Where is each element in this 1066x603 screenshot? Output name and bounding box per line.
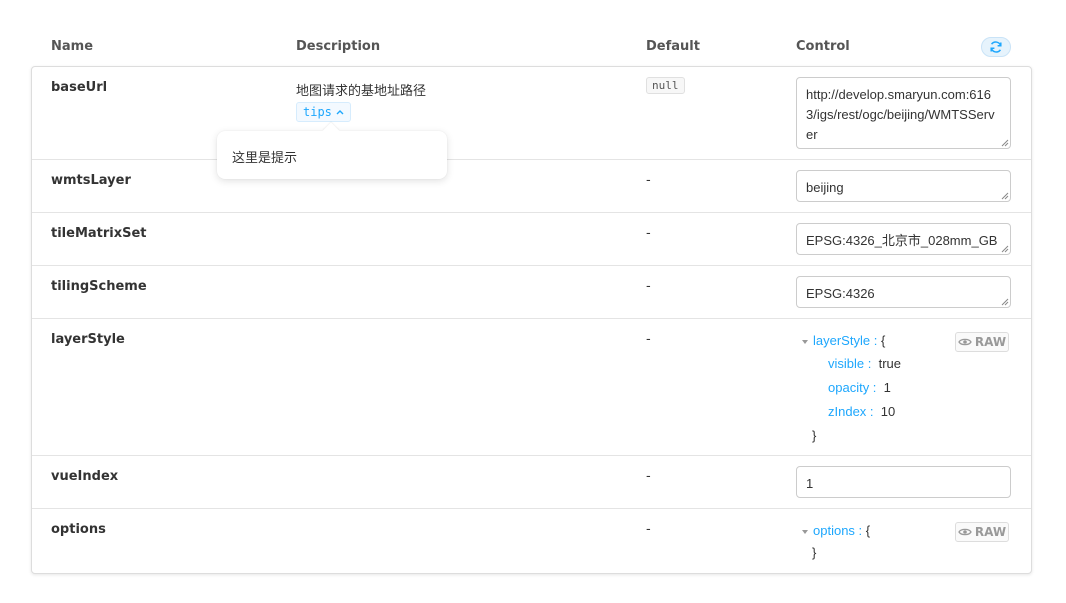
json-value: 1 xyxy=(883,380,891,395)
baseurl-value: http://develop.smaryun.com:6163/igs/rest… xyxy=(806,87,995,142)
header-name: Name xyxy=(51,39,94,54)
eye-icon xyxy=(958,528,972,536)
table-row: baseUrl 地图请求的基地址路径 tips null http://deve… xyxy=(32,67,1031,160)
json-key: options : xyxy=(813,523,863,538)
json-value: true xyxy=(878,356,901,371)
table-row: wmtsLayer - beijing xyxy=(32,160,1031,213)
default-null-badge: null xyxy=(646,77,685,94)
vueindex-value: 1 xyxy=(806,476,814,491)
resize-handle-icon[interactable] xyxy=(1001,245,1009,253)
table-row: tilingScheme - EPSG:4326 xyxy=(32,266,1031,319)
resize-handle-icon[interactable] xyxy=(1001,298,1009,306)
baseurl-textarea[interactable]: http://develop.smaryun.com:6163/igs/rest… xyxy=(796,77,1011,149)
table-row: vueIndex - 1 xyxy=(32,456,1031,509)
table-header: Name Description Default Control xyxy=(31,0,1032,66)
tips-popover: 这里是提示 xyxy=(217,122,447,179)
row-default: - xyxy=(646,469,651,484)
refresh-icon xyxy=(990,41,1002,53)
row-name: tilingScheme xyxy=(51,279,147,294)
row-default: - xyxy=(646,226,651,241)
table-row: options - options : { } RAW xyxy=(32,509,1031,574)
wmtslayer-value: beijing xyxy=(806,180,844,195)
json-open-brace: { xyxy=(880,333,886,348)
row-name: vueIndex xyxy=(51,469,119,484)
json-key: opacity : xyxy=(828,380,877,395)
resize-handle-icon[interactable] xyxy=(1001,139,1009,147)
json-close-brace: } xyxy=(812,428,817,443)
tilingscheme-value: EPSG:4326 xyxy=(806,286,875,301)
row-name: layerStyle xyxy=(51,332,125,347)
chevron-up-icon xyxy=(336,110,344,115)
tips-label: tips xyxy=(303,105,332,119)
row-default: - xyxy=(646,279,651,294)
json-root-line[interactable]: options : { xyxy=(802,523,870,539)
row-default: - xyxy=(646,522,651,537)
table-row: tileMatrixSet - EPSG:4326_北京市_028mm_GB xyxy=(32,213,1031,266)
raw-label: RAW xyxy=(974,525,1007,539)
json-open-brace: { xyxy=(865,523,871,538)
tilingscheme-textarea[interactable]: EPSG:4326 xyxy=(796,276,1011,308)
table-row: layerStyle - layerStyle : { visible : tr… xyxy=(32,319,1031,456)
json-value: 10 xyxy=(880,404,896,419)
row-default: - xyxy=(646,173,651,188)
header-default: Default xyxy=(646,39,700,54)
eye-icon xyxy=(958,338,972,346)
row-name: baseUrl xyxy=(51,80,108,95)
caret-down-icon[interactable] xyxy=(802,529,808,534)
json-entry[interactable]: visible : true xyxy=(828,356,901,372)
json-entry[interactable]: zIndex : 10 xyxy=(828,404,895,420)
tilematrixset-value: EPSG:4326_北京市_028mm_GB xyxy=(806,233,998,248)
json-close-line: } xyxy=(812,545,816,561)
json-close-brace: } xyxy=(812,545,817,560)
row-name: tileMatrixSet xyxy=(51,226,147,241)
raw-toggle-button[interactable]: RAW xyxy=(955,522,1009,542)
tilematrixset-textarea[interactable]: EPSG:4326_北京市_028mm_GB xyxy=(796,223,1011,255)
json-close-line: } xyxy=(812,428,816,444)
raw-label: RAW xyxy=(974,335,1007,349)
row-name: options xyxy=(51,522,106,537)
reset-controls-button[interactable] xyxy=(981,37,1011,57)
header-control: Control xyxy=(796,39,850,54)
row-description: 地图请求的基地址路径 xyxy=(296,84,427,99)
wmtslayer-textarea[interactable]: beijing xyxy=(796,170,1011,202)
json-key: visible : xyxy=(828,356,872,371)
raw-toggle-button[interactable]: RAW xyxy=(955,332,1009,352)
tips-button[interactable]: tips xyxy=(296,102,351,122)
json-root-line[interactable]: layerStyle : { xyxy=(802,333,885,349)
args-table: baseUrl 地图请求的基地址路径 tips null http://deve… xyxy=(31,66,1032,574)
vueindex-number-input[interactable]: 1 xyxy=(796,466,1011,498)
resize-handle-icon[interactable] xyxy=(1001,192,1009,200)
row-name: wmtsLayer xyxy=(51,173,131,188)
row-default: - xyxy=(646,332,651,347)
header-description: Description xyxy=(296,39,381,54)
caret-down-icon[interactable] xyxy=(802,339,808,344)
json-key: layerStyle : xyxy=(813,333,878,348)
popover-text: 这里是提示 xyxy=(232,151,298,166)
json-entry[interactable]: opacity : 1 xyxy=(828,380,891,396)
json-key: zIndex : xyxy=(828,404,874,419)
